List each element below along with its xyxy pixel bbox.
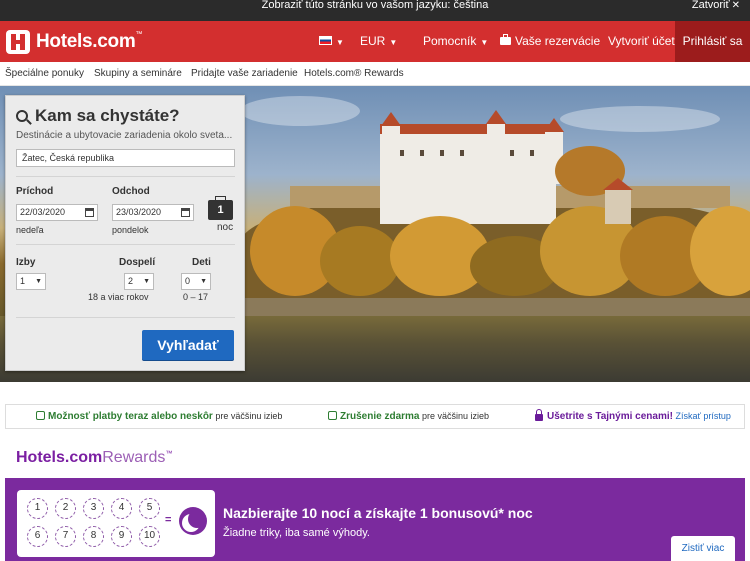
calendar-icon[interactable]	[181, 208, 190, 217]
children-hint: 0 – 17	[183, 292, 209, 302]
lock-icon	[535, 408, 543, 421]
stamp: 7	[55, 526, 76, 547]
search-title: Kam sa chystáte?	[16, 106, 180, 126]
language-selector[interactable]: ▼	[319, 21, 344, 62]
reservations-label: Vaše rezervácie	[515, 34, 601, 48]
rewards-learn-more-button[interactable]: Zistiť viac	[671, 536, 735, 561]
search-subtitle: Destinácie a ubytovacie zariadenia okolo…	[16, 130, 233, 141]
create-account-link[interactable]: Vytvoriť účet	[608, 21, 675, 62]
divider	[16, 244, 235, 245]
checkout-date-input[interactable]: 23/03/2020	[112, 204, 194, 221]
checkin-label: Príchod	[16, 186, 54, 197]
divider	[16, 176, 235, 177]
children-label: Deti	[192, 257, 211, 268]
rewards-title: Nazbierajte 10 nocí a získajte 1 bonusov…	[223, 505, 533, 521]
checkin-day: nedeľa	[16, 225, 44, 235]
language-suggestion-link[interactable]: Zobraziť túto stránku vo vašom jazyku: č…	[0, 0, 750, 11]
help-label: Pomocník	[423, 34, 477, 48]
adults-select[interactable]: 2 ▼	[124, 273, 154, 290]
hotels-logo-icon	[6, 30, 30, 54]
subnav-groups[interactable]: Skupiny a semináre	[94, 62, 182, 86]
chevron-down-icon: ▼	[200, 278, 207, 285]
children-select[interactable]: 0 ▼	[181, 273, 211, 290]
adults-hint: 18 a viac rokov	[88, 292, 149, 302]
stamp: 5	[139, 498, 160, 519]
nights-label: noc	[217, 222, 234, 233]
benefits-strip: Možnosť platby teraz alebo neskôr pre vä…	[5, 404, 745, 429]
benefit-pay-later: Možnosť platby teraz alebo neskôr pre vä…	[36, 405, 282, 428]
chevron-down-icon: ▼	[143, 278, 150, 285]
secret-prices-link[interactable]: Získať prístup	[676, 411, 731, 421]
sign-in-button[interactable]: Prihlásiť sa	[675, 21, 750, 62]
stamp: 4	[111, 498, 132, 519]
destination-input[interactable]: Žatec, Česká republika	[16, 149, 235, 167]
moon-icon	[179, 507, 207, 535]
currency-selector[interactable]: EUR ▼	[360, 21, 397, 62]
language-bar: Zobraziť túto stránku vo vašom jazyku: č…	[0, 0, 750, 21]
hotels-logo-link[interactable]: Hotels.com™	[6, 30, 142, 54]
search-button[interactable]: Vyhľadať	[142, 330, 234, 360]
currency-label: EUR	[360, 34, 386, 48]
stamp: 10	[139, 526, 160, 547]
site-header: Hotels.com™ ▼ EUR ▼ Pomocník ▼ Vaše rezerv…	[0, 21, 750, 62]
wallet-icon	[36, 411, 45, 421]
chevron-down-icon: ▼	[389, 38, 398, 47]
checkout-label: Odchod	[112, 186, 150, 197]
rewards-subtitle: Žiadne triky, iba samé výhody.	[223, 527, 370, 539]
search-form: Kam sa chystáte? Destinácie a ubytovacie…	[5, 95, 245, 371]
nights-count-badge: 1	[208, 196, 233, 220]
stamp: 2	[55, 498, 76, 519]
slovak-flag-icon	[319, 36, 332, 46]
stamp: 8	[83, 526, 104, 547]
logo-text: Hotels.com™	[36, 31, 143, 52]
stamp: 1	[27, 498, 48, 519]
secondary-nav: Špeciálne ponuky Skupiny a semináre Prid…	[0, 62, 750, 86]
benefit-secret-prices: Ušetrite s Tajnými cenami! Získať prístu…	[535, 405, 731, 428]
benefit-free-cancel: Zrušenie zdarma pre väčšinu izieb	[328, 405, 489, 428]
reservations-link[interactable]: Vaše rezervácie	[500, 21, 600, 62]
divider	[16, 317, 235, 318]
checkout-day: pondelok	[112, 225, 149, 235]
checkin-date-input[interactable]: 22/03/2020	[16, 204, 98, 221]
rewards-logo: Hotels.comRewards™	[16, 449, 173, 466]
calendar-check-icon	[328, 411, 337, 421]
close-icon: ✕	[731, 0, 740, 11]
rooms-label: Izby	[16, 257, 36, 268]
equals-sign: =	[165, 514, 172, 526]
briefcase-icon	[500, 33, 511, 45]
stamp: 9	[111, 526, 132, 547]
search-icon	[16, 110, 28, 122]
calendar-icon[interactable]	[85, 208, 94, 217]
rewards-stamp-card: 1 2 3 4 5 6 7 8 9 10 =	[17, 490, 215, 557]
language-bar-close-label: Zatvoriť	[691, 0, 730, 11]
subnav-rewards[interactable]: Hotels.com® Rewards	[304, 62, 404, 86]
chevron-down-icon: ▼	[35, 278, 42, 285]
stamp: 3	[83, 498, 104, 519]
chevron-down-icon: ▼	[480, 38, 489, 47]
help-menu[interactable]: Pomocník ▼	[423, 21, 488, 62]
stamp: 6	[27, 526, 48, 547]
subnav-special-offers[interactable]: Špeciálne ponuky	[5, 62, 84, 86]
rooms-select[interactable]: 1 ▼	[16, 273, 46, 290]
chevron-down-icon: ▼	[336, 38, 344, 47]
adults-label: Dospelí	[119, 257, 156, 268]
language-bar-close-button[interactable]: Zatvoriť ✕	[692, 0, 740, 11]
subnav-add-property[interactable]: Pridajte vaše zariadenie	[191, 62, 298, 86]
rewards-banner: 1 2 3 4 5 6 7 8 9 10 = Nazbierajte 10 no…	[5, 478, 745, 561]
